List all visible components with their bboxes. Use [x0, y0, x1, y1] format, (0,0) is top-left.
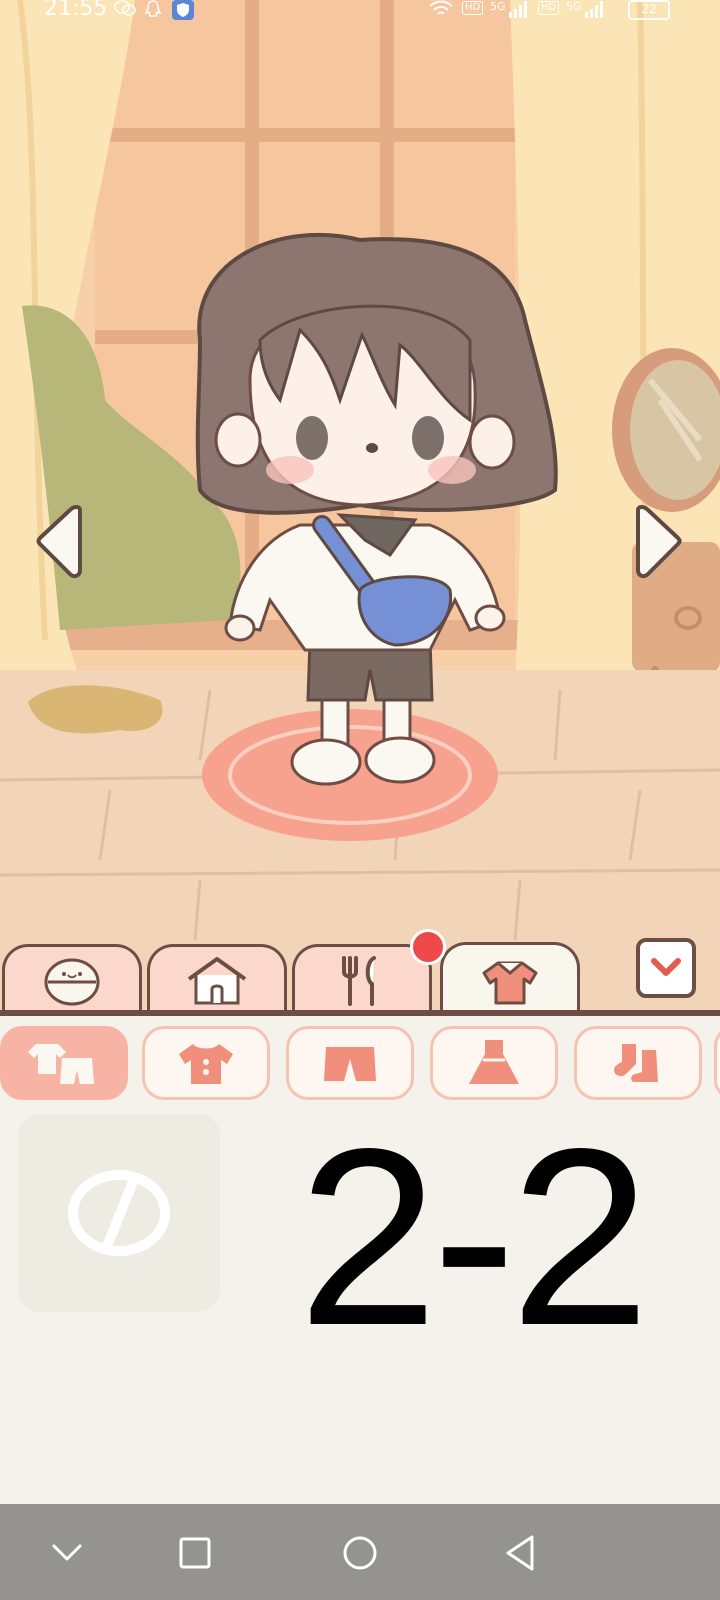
home-icon — [343, 1536, 377, 1570]
no-item-icon — [68, 1170, 170, 1256]
nav-home-button[interactable] — [335, 1528, 385, 1578]
tab-face[interactable] — [2, 944, 142, 1014]
arrow-right-icon — [636, 505, 682, 579]
socks-icon — [614, 1044, 658, 1082]
wifi-icon — [429, 0, 453, 15]
overlay-label: 2-2 — [298, 1097, 650, 1378]
back-chevron-icon — [52, 1544, 82, 1561]
dress-icon — [469, 1040, 519, 1084]
previous-arrow-button[interactable] — [32, 502, 92, 582]
room-illustration — [0, 0, 720, 1010]
next-arrow-button[interactable] — [626, 502, 686, 582]
back-icon — [506, 1535, 534, 1571]
shield-app-icon — [172, 0, 194, 20]
tab-clothing[interactable] — [440, 942, 580, 1020]
nav-hide-button[interactable] — [42, 1528, 92, 1578]
house-icon — [187, 956, 247, 1004]
nav-recents-button[interactable] — [170, 1528, 220, 1578]
category-bottoms[interactable] — [286, 1026, 414, 1100]
qq-icon — [144, 0, 162, 17]
signal-icon-2 — [585, 1, 603, 18]
tab-house[interactable] — [147, 944, 287, 1014]
arrow-left-icon — [36, 505, 82, 579]
chevron-down-icon — [651, 958, 681, 976]
shirt-icon — [482, 961, 538, 1004]
status-bar: 21:55 HD 5G HD 5G 22 — [0, 0, 720, 22]
network-type-1: 5G — [490, 0, 506, 13]
notification-dot — [410, 929, 446, 965]
collapse-panel-button[interactable] — [636, 938, 696, 998]
recent-apps-icon — [179, 1537, 211, 1569]
item-none-slot[interactable] — [18, 1114, 220, 1312]
category-tops[interactable] — [142, 1026, 270, 1100]
face-icon — [44, 958, 100, 1005]
nav-back-button[interactable] — [498, 1528, 548, 1578]
battery-icon: 22 — [628, 0, 670, 20]
utensils-icon — [342, 955, 376, 1006]
signal-icon — [509, 1, 527, 18]
game-scene — [0, 0, 720, 1010]
network-badge-hd-1: HD — [462, 1, 484, 15]
system-navigation-bar — [0, 1504, 720, 1600]
category-outfit-set[interactable] — [0, 1026, 128, 1100]
network-type-2: 5G — [566, 0, 582, 13]
outfit-set-icon — [28, 1044, 94, 1084]
network-badge-hd-2: HD — [538, 1, 560, 15]
shorts-icon — [324, 1047, 376, 1081]
top-icon — [179, 1044, 233, 1084]
category-dresses[interactable] — [430, 1026, 558, 1100]
wechat-icon — [114, 0, 136, 16]
status-time: 21:55 — [44, 0, 108, 21]
category-socks[interactable] — [574, 1026, 702, 1100]
